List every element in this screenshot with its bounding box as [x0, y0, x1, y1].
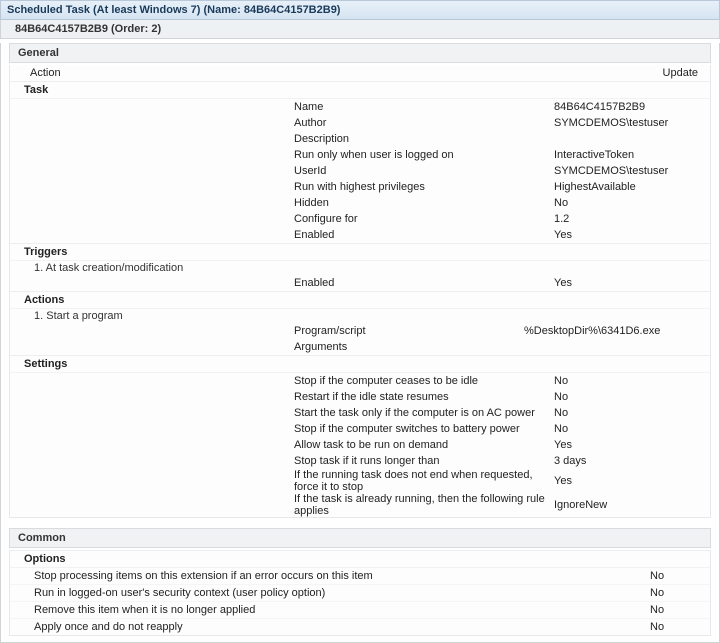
action-val: %DesktopDir%\6341D6.exe	[520, 325, 710, 337]
options-rows: Stop processing items on this extension …	[10, 568, 710, 635]
trigger-key: Enabled	[290, 277, 550, 289]
settings-val: No	[550, 407, 710, 419]
triggers-subheader: Triggers	[10, 243, 710, 261]
task-val: HighestAvailable	[550, 181, 710, 193]
settings-val: Yes	[550, 439, 710, 451]
task-subheader: Task	[10, 81, 710, 99]
option-key: Stop processing items on this extension …	[10, 570, 650, 582]
settings-key: Start the task only if the computer is o…	[290, 407, 550, 419]
settings-rows: Stop if the computer ceases to be idleNo…	[10, 373, 710, 517]
content-area: General Action Update Task Name84B64C415…	[0, 43, 720, 643]
settings-key: Stop if the computer ceases to be idle	[290, 375, 550, 387]
settings-key: Stop if the computer switches to battery…	[290, 423, 550, 435]
task-id-header: 84B64C4157B2B9 (Order: 2)	[0, 20, 720, 39]
task-val: SYMCDEMOS\testuser	[550, 117, 710, 129]
trigger-item: 1. At task creation/modification	[10, 261, 710, 275]
settings-val: IgnoreNew	[550, 499, 710, 511]
task-val: No	[550, 197, 710, 209]
action-update-row: Action Update	[10, 65, 710, 81]
action-key: Program/script	[290, 325, 520, 337]
section-common-header[interactable]: Common	[9, 528, 711, 548]
action-label: Action	[10, 67, 290, 79]
task-key: Hidden	[290, 197, 550, 209]
action-value: Update	[290, 67, 710, 79]
options-subheader: Options	[10, 550, 710, 568]
task-key: Configure for	[290, 213, 550, 225]
action-item: 1. Start a program	[10, 309, 710, 323]
task-key: Author	[290, 117, 550, 129]
option-val: No	[650, 570, 710, 582]
settings-val: No	[550, 391, 710, 403]
task-key: Name	[290, 101, 550, 113]
settings-key: Allow task to be run on demand	[290, 439, 550, 451]
task-key: Run only when user is logged on	[290, 149, 550, 161]
option-val: No	[650, 587, 710, 599]
action-key: Arguments	[290, 341, 550, 353]
settings-subheader: Settings	[10, 355, 710, 373]
task-val: SYMCDEMOS\testuser	[550, 165, 710, 177]
window-title: Scheduled Task (At least Windows 7) (Nam…	[0, 0, 720, 20]
option-val: No	[650, 621, 710, 633]
task-val: 1.2	[550, 213, 710, 225]
task-key: Run with highest privileges	[290, 181, 550, 193]
settings-key: If the task is already running, then the…	[290, 493, 550, 517]
task-val: Yes	[550, 229, 710, 241]
task-key: Enabled	[290, 229, 550, 241]
section-general-header[interactable]: General	[9, 43, 711, 63]
option-key: Apply once and do not reapply	[10, 621, 650, 633]
settings-key: Restart if the idle state resumes	[290, 391, 550, 403]
section-general-panel: Action Update Task Name84B64C4157B2B9 Au…	[9, 65, 711, 518]
settings-val: 3 days	[550, 455, 710, 467]
option-key: Remove this item when it is no longer ap…	[10, 604, 650, 616]
section-common-panel: Options Stop processing items on this ex…	[9, 550, 711, 636]
settings-key: If the running task does not end when re…	[290, 469, 550, 493]
option-key: Run in logged-on user's security context…	[10, 587, 650, 599]
settings-val: Yes	[550, 475, 710, 487]
settings-val: No	[550, 375, 710, 387]
trigger-val: Yes	[550, 277, 710, 289]
task-val: InteractiveToken	[550, 149, 710, 161]
settings-key: Stop task if it runs longer than	[290, 455, 550, 467]
task-key: UserId	[290, 165, 550, 177]
actions-subheader: Actions	[10, 291, 710, 309]
task-key: Description	[290, 133, 550, 145]
task-val: 84B64C4157B2B9	[550, 101, 710, 113]
settings-val: No	[550, 423, 710, 435]
option-val: No	[650, 604, 710, 616]
task-rows: Name84B64C4157B2B9 AuthorSYMCDEMOS\testu…	[10, 99, 710, 243]
